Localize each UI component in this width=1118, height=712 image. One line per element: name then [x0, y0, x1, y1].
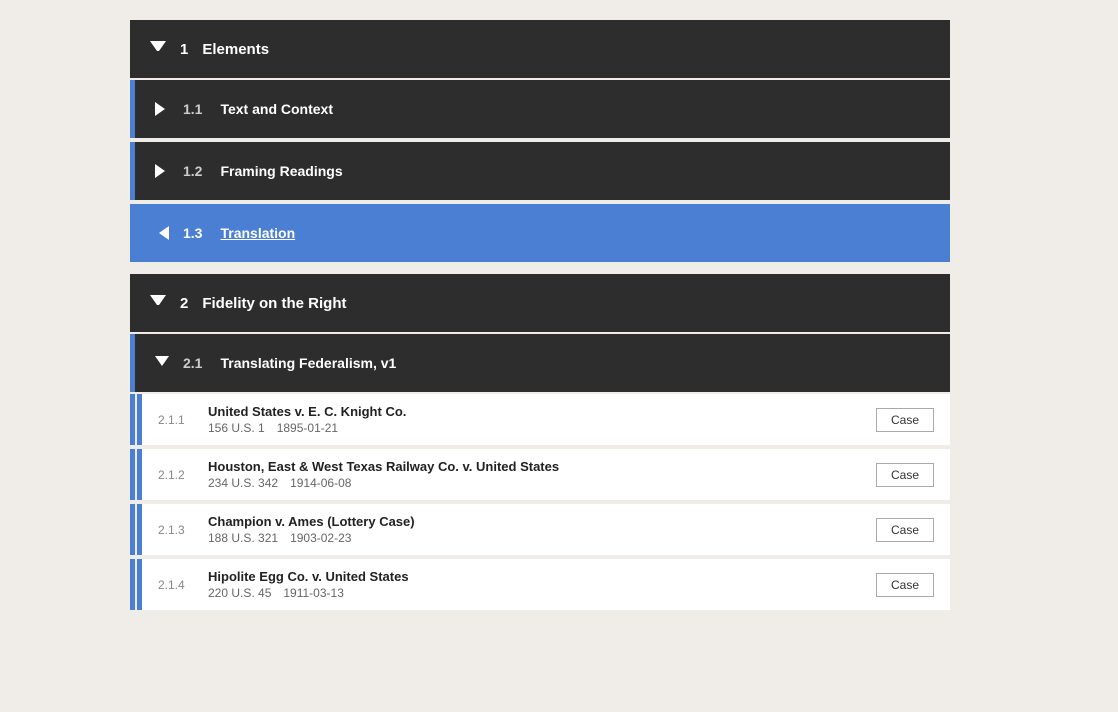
case-2-1-4-content: Hipolite Egg Co. v. United States 220 U.… [208, 569, 876, 600]
case-2-1-3-bar: 2.1.3 Champion v. Ames (Lottery Case) 18… [130, 504, 950, 555]
subsection-1-3-header[interactable]: 1.3 Translation [135, 204, 950, 262]
subsection-1-2-bar: 1.2 Framing Readings [130, 142, 950, 200]
case-2-1-4-date: 1911-03-13 [283, 586, 344, 600]
case-2-1-2-bar: 2.1.2 Houston, East & West Texas Railway… [130, 449, 950, 500]
case-2-1-2-item: 2.1.2 Houston, East & West Texas Railway… [142, 449, 950, 500]
section-1-title: Elements [202, 41, 269, 58]
case-2-1-2-meta: 234 U.S. 342 1914-06-08 [208, 476, 876, 490]
case-2-1-3-date: 1903-02-23 [290, 531, 351, 545]
case-2-1-2-title: Houston, East & West Texas Railway Co. v… [208, 459, 876, 474]
subsection-2-1-title: Translating Federalism, v1 [220, 355, 396, 371]
subsection-1-3-arrow [155, 226, 169, 240]
section-2-title: Fidelity on the Right [202, 295, 346, 312]
subsection-1-1-title: Text and Context [220, 101, 333, 117]
case-2-1-4-citation: 220 U.S. 45 [208, 586, 271, 600]
subsection-1-1-header[interactable]: 1.1 Text and Context [135, 80, 950, 138]
subsection-1-3-title[interactable]: Translation [220, 225, 295, 241]
subsection-2-1-bar: 2.1 Translating Federalism, v1 [130, 334, 950, 392]
case-2-1-2-num: 2.1.2 [158, 468, 188, 482]
subsection-1-2-arrow [155, 164, 169, 178]
case-2-1-2-indent1 [130, 449, 135, 500]
subsection-1-1-arrow [155, 102, 169, 116]
case-2-1-3-item: 2.1.3 Champion v. Ames (Lottery Case) 18… [142, 504, 950, 555]
case-2-1-1-content: United States v. E. C. Knight Co. 156 U.… [208, 404, 876, 435]
case-2-1-4-bar: 2.1.4 Hipolite Egg Co. v. United States … [130, 559, 950, 610]
case-2-1-1-date: 1895-01-21 [277, 421, 338, 435]
case-2-1-3-indent1 [130, 504, 135, 555]
subsection-2-1-header[interactable]: 2.1 Translating Federalism, v1 [135, 334, 950, 392]
case-2-1-2-citation: 234 U.S. 342 [208, 476, 278, 490]
section-1-arrow [150, 41, 166, 57]
section-2-num: 2 [180, 295, 188, 312]
case-2-1-3-num: 2.1.3 [158, 523, 188, 537]
subsection-1-2-header[interactable]: 1.2 Framing Readings [135, 142, 950, 200]
case-2-1-2-button[interactable]: Case [876, 463, 934, 487]
case-2-1-3-meta: 188 U.S. 321 1903-02-23 [208, 531, 876, 545]
case-2-1-2-date: 1914-06-08 [290, 476, 351, 490]
subsection-1-1-bar: 1.1 Text and Context [130, 80, 950, 138]
section-2-header[interactable]: 2 Fidelity on the Right [130, 274, 950, 332]
case-2-1-1-title: United States v. E. C. Knight Co. [208, 404, 876, 419]
case-2-1-4-num: 2.1.4 [158, 578, 188, 592]
case-2-1-3-button[interactable]: Case [876, 518, 934, 542]
section-1-num: 1 [180, 41, 188, 58]
subsection-2-1-arrow [155, 356, 169, 370]
case-2-1-3-title: Champion v. Ames (Lottery Case) [208, 514, 876, 529]
cases-container: 2.1.1 United States v. E. C. Knight Co. … [130, 394, 950, 610]
subsection-1-2-num: 1.2 [183, 163, 202, 179]
case-2-1-2-content: Houston, East & West Texas Railway Co. v… [208, 459, 876, 490]
section-1-header[interactable]: 1 Elements [130, 20, 950, 78]
case-2-1-1-citation: 156 U.S. 1 [208, 421, 265, 435]
case-2-1-1-meta: 156 U.S. 1 1895-01-21 [208, 421, 876, 435]
case-2-1-1-item: 2.1.1 United States v. E. C. Knight Co. … [142, 394, 950, 445]
section-2-arrow [150, 295, 166, 311]
subsection-2-1-num: 2.1 [183, 355, 202, 371]
case-2-1-1-indent1 [130, 394, 135, 445]
subsection-1-3-num: 1.3 [183, 225, 202, 241]
case-2-1-4-button[interactable]: Case [876, 573, 934, 597]
case-2-1-1-button[interactable]: Case [876, 408, 934, 432]
case-2-1-1-num: 2.1.1 [158, 413, 188, 427]
subsection-1-2-title: Framing Readings [220, 163, 342, 179]
case-2-1-3-citation: 188 U.S. 321 [208, 531, 278, 545]
case-2-1-4-title: Hipolite Egg Co. v. United States [208, 569, 876, 584]
case-2-1-4-indent1 [130, 559, 135, 610]
case-2-1-1-bar: 2.1.1 United States v. E. C. Knight Co. … [130, 394, 950, 445]
main-content: 1 Elements 1.1 Text and Context 1.2 Fram… [130, 0, 1118, 630]
case-2-1-4-meta: 220 U.S. 45 1911-03-13 [208, 586, 876, 600]
subsection-1-1-num: 1.1 [183, 101, 202, 117]
subsection-1-3-bar: 1.3 Translation [130, 204, 950, 262]
case-2-1-3-content: Champion v. Ames (Lottery Case) 188 U.S.… [208, 514, 876, 545]
case-2-1-4-item: 2.1.4 Hipolite Egg Co. v. United States … [142, 559, 950, 610]
